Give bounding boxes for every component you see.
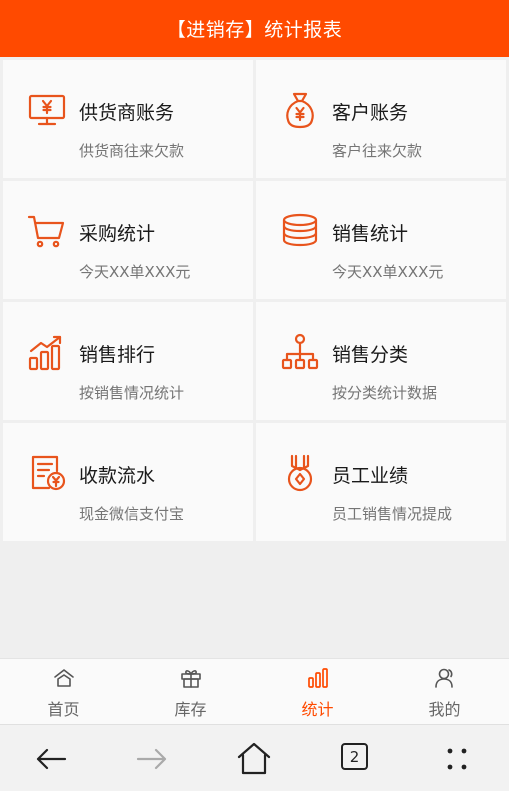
receipt-yen-icon <box>27 453 67 493</box>
money-bag-icon <box>280 90 320 130</box>
card-payment-flow[interactable]: 收款流水 现金微信支付宝 <box>3 423 253 541</box>
card-subtitle: 客户往来欠款 <box>332 142 423 160</box>
card-subtitle: 供货商往来欠款 <box>79 142 185 160</box>
bar-chart-up-icon <box>27 332 67 372</box>
card-supplier-accounts[interactable]: 供货商账务 供货商往来欠款 <box>3 60 253 178</box>
tab-stats[interactable]: 统计 <box>254 659 381 725</box>
monitor-yen-icon <box>27 90 67 130</box>
tab-inventory[interactable]: 库存 <box>127 659 254 725</box>
stats-icon <box>307 667 329 689</box>
card-title: 采购统计 <box>79 223 156 245</box>
tab-label: 库存 <box>174 700 207 719</box>
card-staff-performance[interactable]: 员工业绩 员工销售情况提成 <box>256 423 506 541</box>
shopping-cart-icon <box>27 211 67 251</box>
card-subtitle: 员工销售情况提成 <box>332 505 453 523</box>
hierarchy-icon <box>280 332 320 372</box>
menu-dots-icon[interactable] <box>437 739 477 779</box>
home-icon <box>53 667 75 689</box>
card-sales-category[interactable]: 销售分类 按分类统计数据 <box>256 302 506 420</box>
card-subtitle: 按分类统计数据 <box>332 384 438 402</box>
medal-icon <box>280 453 320 493</box>
page-title: 【进销存】统计报表 <box>166 19 343 41</box>
card-subtitle: 今天XX单XXX元 <box>79 263 191 281</box>
card-subtitle: 现金微信支付宝 <box>79 505 185 523</box>
card-sales-stats[interactable]: 销售统计 今天XX单XXX元 <box>256 181 506 299</box>
card-subtitle: 按销售情况统计 <box>79 384 185 402</box>
tab-label: 我的 <box>428 700 461 719</box>
card-title: 收款流水 <box>79 465 156 487</box>
page-header: 【进销存】统计报表 <box>0 0 509 57</box>
tab-profile[interactable]: 我的 <box>381 659 508 725</box>
bottom-tab-bar: 首页 库存 统计 我的 <box>0 658 509 724</box>
forward-arrow-icon[interactable] <box>132 739 172 779</box>
card-title: 销售分类 <box>332 344 409 366</box>
card-title: 销售排行 <box>79 344 156 366</box>
card-purchase-stats[interactable]: 采购统计 今天XX单XXX元 <box>3 181 253 299</box>
card-customer-accounts[interactable]: 客户账务 客户往来欠款 <box>256 60 506 178</box>
card-title: 员工业绩 <box>332 465 409 487</box>
tab-label: 首页 <box>47 700 80 719</box>
tab-label: 统计 <box>301 700 334 719</box>
tab-count-button[interactable]: 2 <box>341 743 368 770</box>
card-sales-ranking[interactable]: 销售排行 按销售情况统计 <box>3 302 253 420</box>
tab-home[interactable]: 首页 <box>0 659 127 725</box>
card-title: 客户账务 <box>332 102 409 124</box>
user-icon <box>434 667 456 689</box>
gift-icon <box>180 667 202 689</box>
browser-nav-bar: 2 <box>0 724 509 791</box>
back-arrow-icon[interactable] <box>31 739 71 779</box>
card-title: 销售统计 <box>332 223 409 245</box>
coin-stack-icon <box>280 211 320 251</box>
home-page-icon[interactable] <box>234 739 274 779</box>
card-title: 供货商账务 <box>79 102 175 124</box>
card-subtitle: 今天XX单XXX元 <box>332 263 444 281</box>
